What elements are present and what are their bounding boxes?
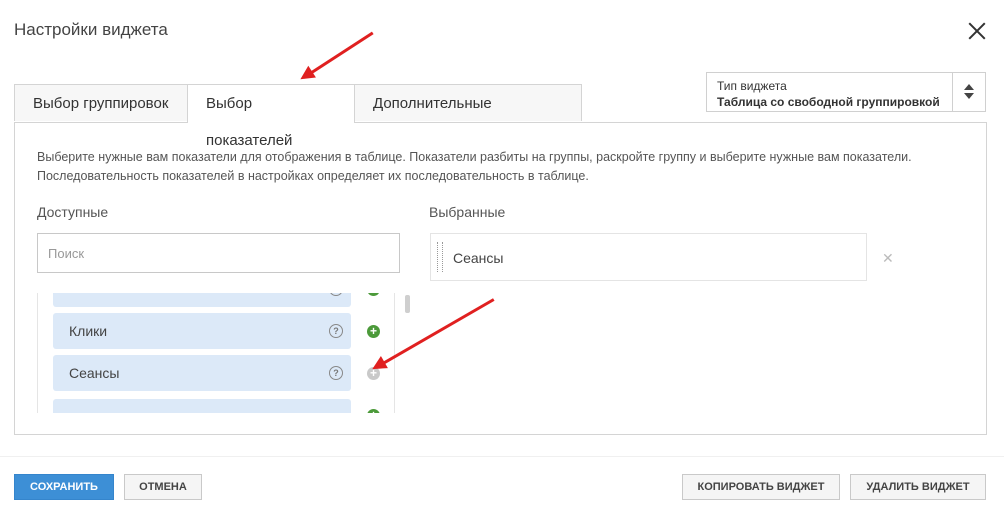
select-toggle-icon[interactable] [952, 73, 985, 111]
tab-metrics[interactable]: Выбор показателей [187, 84, 355, 149]
selected-label: Выбранные [429, 204, 506, 220]
available-label: Доступные [37, 204, 109, 220]
add-icon[interactable]: + [367, 325, 380, 338]
metrics-panel: Выберите нужные вам показатели для отобр… [14, 122, 987, 435]
selected-item[interactable]: Сеансы [430, 233, 867, 281]
list-item-label: Клики [69, 323, 108, 339]
footer-divider [0, 456, 1004, 457]
cancel-button[interactable]: ОТМЕНА [124, 474, 202, 500]
tab-additional-settings[interactable]: Дополнительные настройки [354, 84, 582, 149]
selected-item-label: Сеансы [453, 250, 504, 266]
help-icon[interactable]: ? [329, 324, 343, 338]
save-button[interactable]: СОХРАНИТЬ [14, 474, 114, 500]
list-item-label: Сеансы [69, 365, 120, 381]
drag-handle-icon[interactable] [437, 242, 443, 272]
list-item[interactable] [53, 399, 351, 413]
list-frame [37, 293, 395, 413]
copy-widget-button[interactable]: КОПИРОВАТЬ ВИДЖЕТ [682, 474, 840, 500]
close-icon[interactable] [964, 18, 990, 44]
widget-type-select[interactable]: Тип виджета Таблица со свободной группир… [706, 72, 986, 112]
tab-bar: Выбор группировок Выбор показателей Допо… [14, 84, 582, 149]
widget-type-label: Тип виджета [717, 79, 787, 93]
list-scrollbar[interactable] [405, 295, 410, 313]
help-icon[interactable]: ? [329, 366, 343, 380]
search-input[interactable] [37, 233, 400, 273]
tab-groupings[interactable]: Выбор группировок [14, 84, 188, 121]
list-item[interactable]: ? [53, 293, 351, 307]
list-item[interactable]: Клики ? [53, 313, 351, 349]
chevron-down-icon [964, 93, 974, 99]
dialog-title: Настройки виджета [14, 20, 168, 39]
panel-description: Выберите нужные вам показатели для отобр… [37, 150, 912, 183]
widget-type-value: Таблица со свободной группировкой [717, 95, 940, 109]
help-icon[interactable]: ? [329, 293, 343, 296]
remove-icon[interactable]: ✕ [882, 250, 894, 267]
chevron-up-icon [964, 84, 974, 90]
available-list: ? + Клики ? + Сеансы ? + + [37, 293, 397, 413]
annotation-arrow [303, 31, 374, 79]
delete-widget-button[interactable]: УДАЛИТЬ ВИДЖЕТ [850, 474, 986, 500]
list-item[interactable]: Сеансы ? [53, 355, 351, 391]
